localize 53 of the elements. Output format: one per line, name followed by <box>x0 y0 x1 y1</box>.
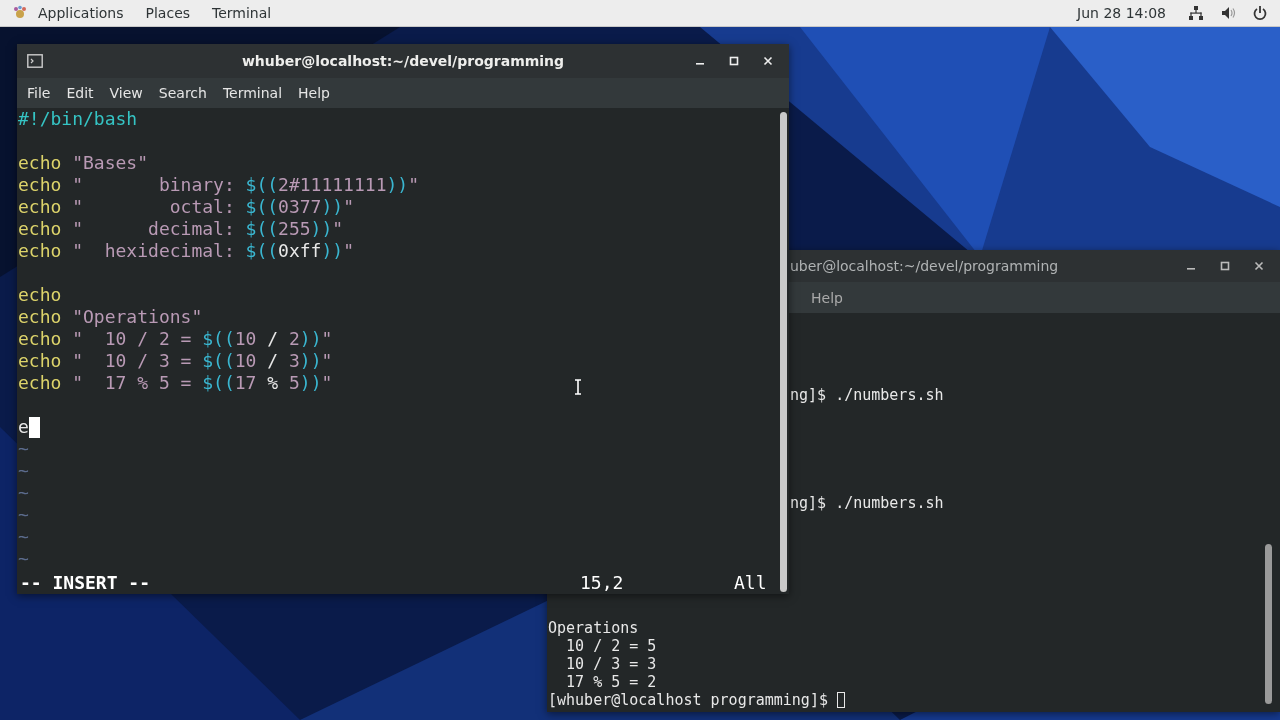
scrollbar[interactable] <box>780 112 787 592</box>
cursor-position: 15,2 <box>580 571 625 593</box>
empty-line-marker: ~ <box>18 482 29 504</box>
close-icon[interactable] <box>1254 261 1264 271</box>
top-bar-menu[interactable]: Terminal <box>208 5 284 21</box>
code-line: echo " hexidecimal: $((0xff))" <box>18 240 354 262</box>
scroll-position: All <box>734 571 767 593</box>
menu-item[interactable]: File <box>19 82 59 104</box>
terminal-line: Operations <box>548 619 639 637</box>
network-icon[interactable] <box>1188 5 1204 21</box>
code-line: echo " decimal: $((255))" <box>18 218 344 240</box>
empty-line-marker: ~ <box>18 438 29 460</box>
empty-line-marker: ~ <box>18 460 29 482</box>
menu-item[interactable]: Search <box>150 82 215 104</box>
terminal-line: ng]$ ./numbers.sh <box>790 494 945 512</box>
code-line: echo "Bases" <box>18 152 149 174</box>
text-cursor <box>837 692 845 708</box>
volume-icon[interactable] <box>1220 5 1236 21</box>
window-title: whuber@localhost:~/devel/programming <box>241 53 565 69</box>
scrollbar[interactable] <box>1265 544 1272 704</box>
mode-indicator: -- INSERT -- <box>19 571 152 593</box>
menu-item[interactable]: Help <box>290 82 338 104</box>
menu-item[interactable]: Terminal <box>214 82 291 104</box>
terminal-line: 17 % 5 = 2 <box>565 673 657 691</box>
code-line: #!/bin/bash <box>18 108 138 130</box>
window-title: uber@localhost:~/devel/programming <box>790 258 1059 274</box>
clock[interactable]: Jun 28 14:08 <box>1077 5 1166 21</box>
code-line: echo "Operations" <box>18 306 203 328</box>
empty-line-marker: ~ <box>18 548 29 570</box>
empty-line-marker: ~ <box>18 504 29 526</box>
terminal-line: 10 / 2 = 5 <box>565 637 657 655</box>
code-line: echo " 10 / 3 = $((10 / 3))" <box>18 350 333 372</box>
code-line: echo " octal: $((0377))" <box>18 196 354 218</box>
code-line: echo " binary: $((2#11111111))" <box>18 174 419 196</box>
terminal-line: 10 / 3 = 3 <box>565 655 657 673</box>
text-cursor-icon <box>574 379 582 395</box>
menu-item[interactable]: Edit <box>58 82 102 104</box>
code-line: e <box>18 416 29 438</box>
maximize-icon[interactable] <box>1220 261 1230 271</box>
terminal-line: [whuber@localhost programming]$ <box>548 691 829 709</box>
code-line: echo <box>18 284 62 306</box>
code-line: echo " 10 / 2 = $((10 / 2))" <box>18 328 333 350</box>
menu-item[interactable]: View <box>101 82 151 104</box>
code-line: echo " 17 % 5 = $((17 % 5))" <box>18 372 333 394</box>
text-cursor <box>28 416 40 438</box>
terminal-line: ng]$ ./numbers.sh <box>790 386 945 404</box>
terminal-icon <box>27 54 43 68</box>
top-bar-menu[interactable]: Applications <box>34 5 136 21</box>
power-icon[interactable] <box>1252 5 1268 21</box>
foot-icon <box>12 5 28 21</box>
top-bar-menu[interactable]: Places <box>141 5 203 21</box>
empty-line-marker: ~ <box>18 526 29 548</box>
menu-item[interactable]: Help <box>803 286 851 309</box>
